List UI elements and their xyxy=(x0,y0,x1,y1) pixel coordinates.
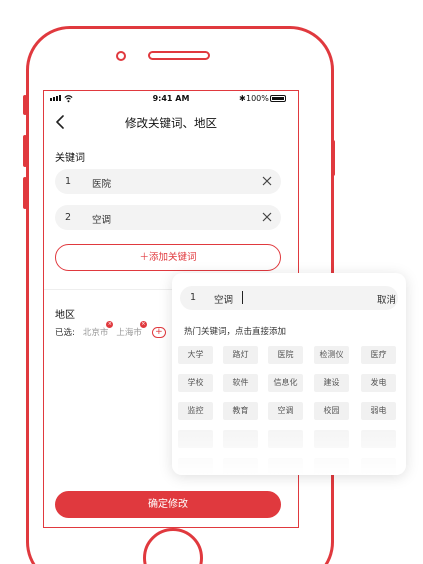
hot-keyword-tag[interactable]: 大学 xyxy=(178,346,213,364)
hot-keywords-title: 热门关键词，点击直接添加 xyxy=(184,327,287,337)
add-keyword-button[interactable]: ＋添加关键词 xyxy=(55,244,281,271)
hot-keyword-tag[interactable]: 路灯 xyxy=(223,346,258,364)
add-region-button[interactable]: + xyxy=(151,326,166,338)
phone-power-button xyxy=(331,140,335,176)
keyword-row[interactable]: 2 空调 xyxy=(55,205,281,230)
selected-prefix: 已选: xyxy=(55,328,75,338)
hot-keyword-tag[interactable]: 发电 xyxy=(361,374,396,392)
phone-volume-up xyxy=(23,135,27,167)
battery-percent: 100% xyxy=(246,94,269,103)
phone-volume-down xyxy=(23,177,27,209)
keyword-text: 医院 xyxy=(92,179,112,190)
plus-icon: ＋ xyxy=(139,252,149,263)
add-keyword-label: 添加关键词 xyxy=(149,252,197,263)
confirm-button[interactable]: 确定修改 xyxy=(55,491,281,518)
cancel-button[interactable]: 取消 xyxy=(377,292,396,306)
hot-keyword-tag[interactable]: 教育 xyxy=(223,402,258,420)
keyword-input-value: 空调 xyxy=(214,295,234,306)
phone-camera xyxy=(116,51,126,61)
hot-keyword-tag[interactable]: 检测仪 xyxy=(314,346,349,364)
nav-bar: 修改关键词、地区 xyxy=(44,107,298,137)
bluetooth-icon: ✱ xyxy=(239,94,246,103)
phone-side-button xyxy=(23,95,27,115)
remove-region-icon[interactable]: × xyxy=(139,321,147,328)
selected-regions: 已选: 北京市 × 上海市 × + xyxy=(55,321,166,338)
keyword-suggest-popup: 1 空调 取消 热门关键词，点击直接添加 大学 路灯 医院 检测仪 医疗 学校 … xyxy=(172,273,406,475)
keyword-text: 空调 xyxy=(92,215,112,226)
region-chip-label: 上海市 xyxy=(116,328,142,338)
keyword-row[interactable]: 1 医院 xyxy=(55,169,281,194)
region-chip[interactable]: 北京市 × xyxy=(82,321,114,338)
region-section-label: 地区 xyxy=(55,310,75,321)
hot-keyword-tag[interactable]: 建设 xyxy=(314,374,349,392)
hot-keyword-tag[interactable]: 空调 xyxy=(268,402,303,420)
hot-keyword-tag[interactable]: 医院 xyxy=(268,346,303,364)
hot-keyword-tag[interactable]: 监控 xyxy=(178,402,213,420)
text-caret xyxy=(242,291,243,304)
keyword-index: 2 xyxy=(65,212,72,223)
remove-keyword-icon[interactable] xyxy=(262,176,272,186)
hot-keyword-tag[interactable]: 学校 xyxy=(178,374,213,392)
page-title: 修改关键词、地区 xyxy=(125,116,217,130)
region-chip-label: 北京市 xyxy=(82,328,109,338)
hot-keyword-tag[interactable]: 信息化 xyxy=(268,374,303,392)
hot-keyword-tag[interactable]: 软件 xyxy=(223,374,258,392)
hot-keyword-tag[interactable]: 校园 xyxy=(314,402,349,420)
hot-keyword-tag[interactable]: 医疗 xyxy=(361,346,396,364)
keywords-section-label: 关键词 xyxy=(55,153,85,164)
region-chip[interactable]: 上海市 × xyxy=(116,321,147,338)
keyword-index: 1 xyxy=(190,292,197,303)
keyword-input[interactable]: 1 空调 xyxy=(180,286,398,310)
popup-fade xyxy=(172,430,406,475)
battery-icon xyxy=(270,95,286,102)
remove-region-icon[interactable]: × xyxy=(106,321,114,328)
remove-keyword-icon[interactable] xyxy=(262,212,272,222)
phone-speaker xyxy=(148,51,210,60)
status-bar: 9:41 AM ✱ 100% xyxy=(44,91,298,107)
hot-keyword-tag[interactable]: 弱电 xyxy=(361,402,396,420)
keyword-index: 1 xyxy=(65,176,72,187)
